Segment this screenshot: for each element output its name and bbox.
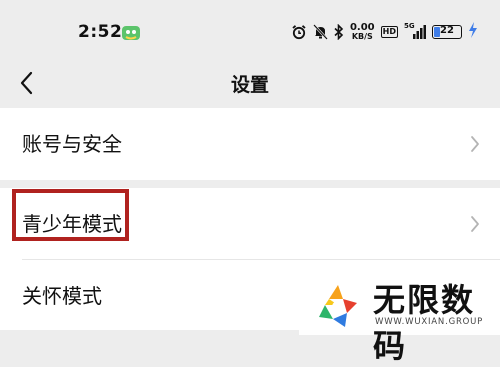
hd-badge: HD [380, 26, 398, 38]
settings-section-account: 账号与安全 [0, 108, 500, 180]
settings-item-label: 账号与安全 [22, 132, 122, 156]
status-bar: 2:52 0.00 KB/S HD 5G 22 [0, 0, 500, 60]
charging-bolt-icon [469, 22, 477, 38]
net-speed: 0.00 KB/S [350, 23, 375, 41]
settings-item-label: 关怀模式 [22, 284, 102, 308]
mute-bell-icon [313, 24, 328, 40]
nav-bar: 设置 [0, 60, 500, 108]
chevron-right-icon [471, 216, 479, 232]
settings-item-account-security[interactable]: 账号与安全 [0, 108, 500, 180]
status-time: 2:52 [78, 22, 123, 42]
battery-level: 22 [440, 25, 454, 36]
signal-icon: 5G [404, 22, 426, 40]
page-title: 设置 [230, 74, 269, 96]
highlight-box [12, 189, 129, 241]
watermark-logo-icon [319, 285, 357, 327]
status-icons: 0.00 KB/S HD 5G 22 [291, 20, 462, 44]
net-speed-unit: KB/S [351, 32, 373, 41]
battery-icon: 22 [432, 25, 462, 39]
watermark-subtitle: WWW.WUXIAN.GROUP [375, 317, 484, 327]
watermark: 无限数码 WWW.WUXIAN.GROUP [299, 271, 500, 365]
app-badge-icon [122, 26, 140, 40]
alarm-icon [292, 25, 306, 40]
chevron-right-icon [471, 136, 479, 152]
bluetooth-icon [334, 24, 344, 40]
